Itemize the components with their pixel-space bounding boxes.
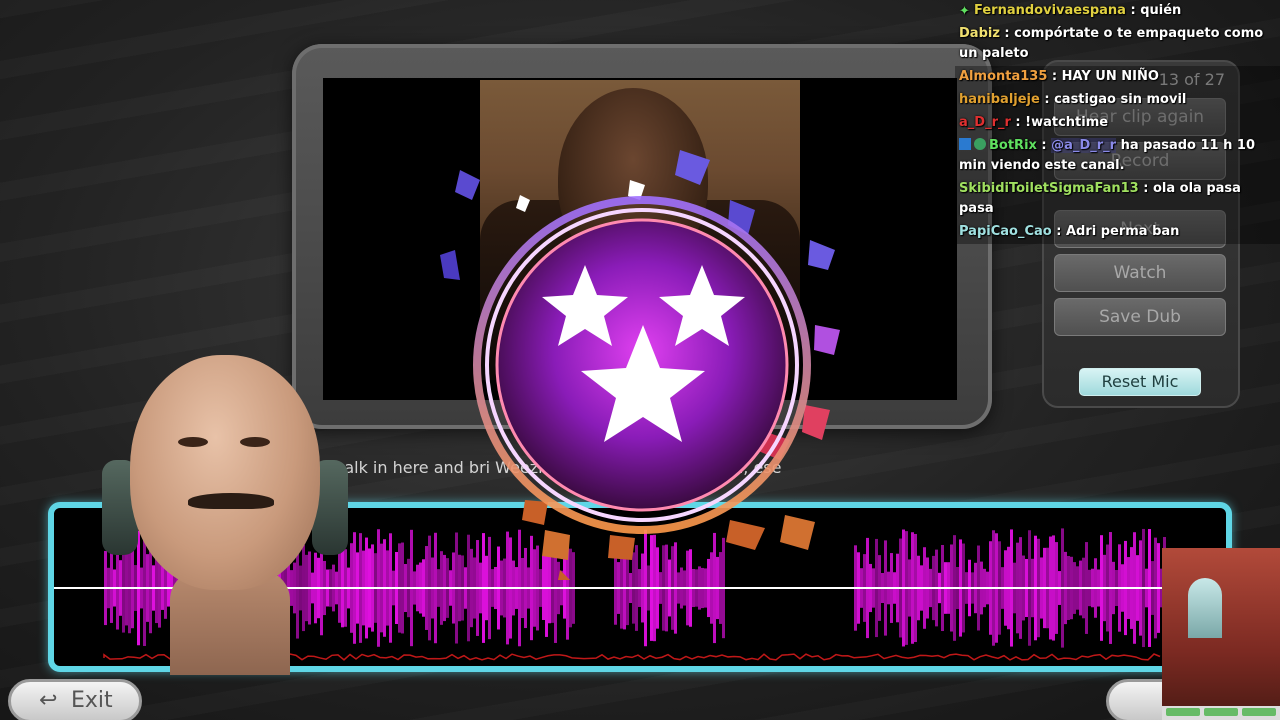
chat-username: Almonta135 — [959, 69, 1048, 84]
chat-username: BotRix — [989, 138, 1037, 153]
chat-username: a_D_r_r — [959, 115, 1011, 130]
three-stars-icon — [430, 140, 850, 580]
chat-username: Dabiz — [959, 26, 1000, 41]
chat-message: BotRix : @a_D_r_r ha pasado 11 h 10 min … — [955, 135, 1280, 178]
chat-username: SkibidiToiletSigmaFan13 — [959, 181, 1139, 196]
chat-mention[interactable]: @a_D_r_r — [1051, 138, 1117, 153]
chat-message: PapiCao_Cao : Adri perma ban — [955, 221, 1280, 244]
chat-message: SkibidiToiletSigmaFan13 : ola ola pasa p… — [955, 178, 1280, 221]
exit-label: Exit — [71, 688, 113, 713]
chat-username: PapiCao_Cao — [959, 224, 1052, 239]
watch-button[interactable]: Watch — [1054, 254, 1226, 292]
stream-chat: ✦ Fernandovivaespana : quién Dabiz : comp… — [955, 0, 1280, 244]
chat-text: quién — [1140, 3, 1182, 18]
webcam-face — [130, 355, 320, 590]
webcam-eye-right — [240, 437, 270, 447]
star-badge-icon: ✦ — [959, 4, 970, 19]
bot-badge-icon — [959, 138, 971, 150]
chat-text: Adri perma ban — [1065, 224, 1180, 239]
webcam-eye-left — [178, 437, 208, 447]
chat-message: a_D_r_r : !watchtime — [955, 112, 1280, 135]
verified-badge-icon — [974, 138, 986, 150]
exit-button[interactable]: ↩ Exit — [8, 679, 142, 720]
save-dub-button[interactable]: Save Dub — [1054, 298, 1226, 336]
mini-game-hud — [1166, 708, 1276, 718]
mini-game-overlay — [1162, 548, 1280, 720]
chat-text: HAY UN NIÑO — [1061, 69, 1159, 84]
reset-mic-button[interactable]: Reset Mic — [1079, 368, 1201, 396]
chat-username: Fernandovivaespana — [974, 3, 1126, 18]
back-arrow-icon: ↩ — [39, 688, 58, 713]
chat-text: !watchtime — [1025, 115, 1109, 130]
streamer-webcam — [90, 345, 360, 675]
chat-text: castigao sin movil — [1054, 92, 1187, 107]
mini-game-tunnel — [1188, 578, 1222, 638]
chat-message: hanibaljeje : castigao sin movil — [955, 89, 1280, 112]
chat-message: ✦ Fernandovivaespana : quién — [959, 3, 1182, 19]
chat-username: hanibaljeje — [959, 92, 1040, 107]
webcam-mustache — [188, 493, 274, 509]
chat-message: Dabiz : compórtate o te empaqueto como u… — [959, 26, 1264, 61]
chat-message: Almonta135 : HAY UN NIÑO — [955, 66, 1280, 89]
